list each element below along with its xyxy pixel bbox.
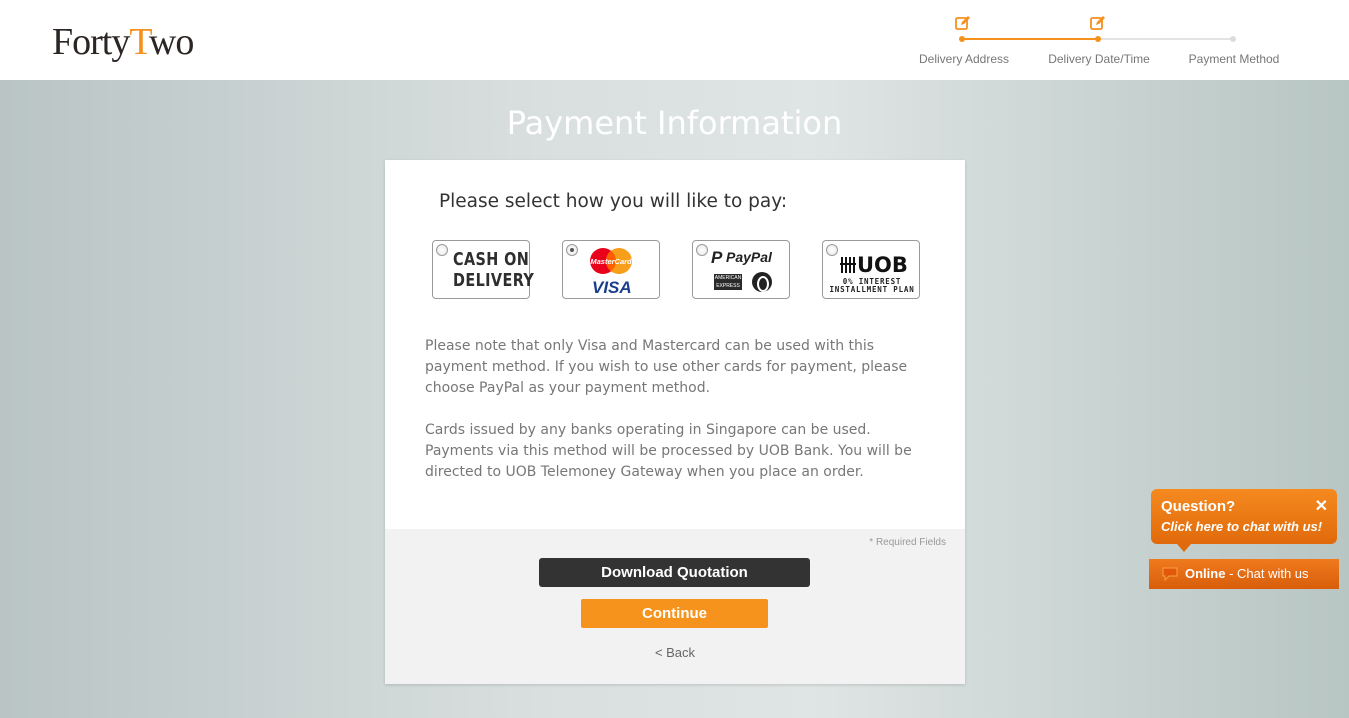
- step-dot-delivery-datetime: [1095, 36, 1101, 42]
- edit-icon[interactable]: [955, 15, 971, 31]
- cod-line1: CASH ON: [453, 249, 530, 270]
- chat-status: Online - Chat with us: [1185, 566, 1309, 581]
- required-fields-note: * Required Fields: [869, 537, 946, 548]
- method-visa-mastercard[interactable]: MasterCard VISA: [562, 240, 660, 299]
- logo-part1: Forty: [52, 21, 130, 63]
- diners-club-icon: [752, 272, 772, 292]
- mastercard-text: MasterCard: [590, 257, 632, 266]
- chat-status-online: Online: [1185, 566, 1226, 581]
- method-uob-installment[interactable]: UOB 0% INTEREST INSTALLMENT PLAN: [822, 240, 920, 299]
- page-title: Payment Information: [506, 104, 843, 142]
- radio-visa-mastercard[interactable]: [566, 244, 578, 256]
- chat-question: Question?: [1161, 498, 1236, 515]
- paypal-text: PayPal: [726, 249, 772, 265]
- step-label-delivery-address[interactable]: Delivery Address: [919, 52, 1009, 66]
- checkout-progress: Delivery Address Delivery Date/Time Paym…: [900, 0, 1300, 80]
- fortytwo-logo[interactable]: FortyTwo: [52, 21, 194, 63]
- step-dot-delivery-address: [959, 36, 965, 42]
- edit-icon[interactable]: [1090, 15, 1106, 31]
- uob-sub-line2: INSTALLMENT PLAN: [829, 285, 915, 294]
- continue-button[interactable]: Continue: [581, 599, 768, 628]
- method-paypal[interactable]: P PayPal AMERICAN EXPRESS: [692, 240, 790, 299]
- method-cash-on-delivery[interactable]: CASH ON DELIVERY: [432, 240, 534, 299]
- step-label-payment-method: Payment Method: [1188, 52, 1280, 66]
- progress-line-done: [962, 38, 1098, 40]
- chat-invite-bubble[interactable]: Question? Click here to chat with us! ✕: [1151, 489, 1337, 552]
- paypal-p-icon: P: [711, 248, 723, 267]
- radio-paypal[interactable]: [696, 244, 708, 256]
- chat-subtitle: Click here to chat with us!: [1161, 519, 1323, 534]
- uob-subtext: 0% INTEREST INSTALLMENT PLAN: [823, 278, 921, 294]
- visa-text: VISA: [592, 278, 632, 297]
- logo-part2: T: [129, 21, 150, 63]
- payment-prompt: Please select how you will like to pay:: [439, 191, 788, 212]
- site-header: FortyTwo Delivery Address Delivery Date/…: [0, 0, 1349, 80]
- uob-text: UOB: [857, 253, 908, 277]
- step-label-delivery-datetime[interactable]: Delivery Date/Time: [1048, 52, 1150, 66]
- close-icon[interactable]: ✕: [1315, 496, 1328, 516]
- payment-card: Please select how you will like to pay: …: [385, 160, 965, 684]
- payment-methods: CASH ON DELIVERY MasterCard VISA P PayPa…: [432, 240, 922, 300]
- cod-label: CASH ON DELIVERY: [453, 249, 534, 291]
- mastercard-icon: MasterCard: [590, 248, 632, 274]
- step-dot-payment-method: [1230, 36, 1236, 42]
- chat-status-rest: - Chat with us: [1225, 566, 1309, 581]
- radio-uob-installment[interactable]: [826, 244, 838, 256]
- back-link[interactable]: < Back: [385, 645, 965, 660]
- progress-line-pending: [1098, 38, 1234, 40]
- card-actions: * Required Fields Download Quotation Con…: [385, 529, 965, 684]
- cod-line2: DELIVERY: [453, 270, 535, 291]
- logo-part3: wo: [148, 21, 194, 63]
- chat-bubble-icon: [1162, 567, 1178, 581]
- amex-icon: AMERICAN EXPRESS: [714, 274, 742, 290]
- chat-online-bar[interactable]: Online - Chat with us: [1149, 559, 1339, 589]
- download-quotation-button[interactable]: Download Quotation: [539, 558, 810, 587]
- payment-note-1: Please note that only Visa and Mastercar…: [425, 338, 908, 396]
- payment-note-2: Cards issued by any banks operating in S…: [425, 422, 912, 480]
- radio-cash-on-delivery[interactable]: [436, 244, 448, 256]
- uob-logo-icon: [840, 257, 856, 273]
